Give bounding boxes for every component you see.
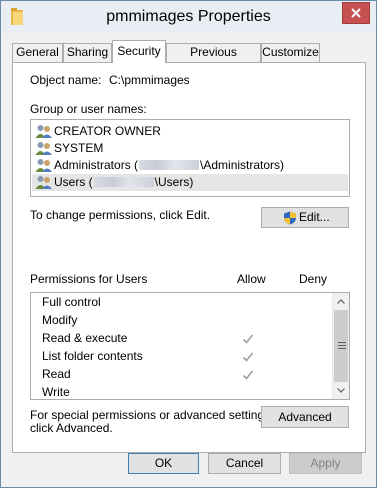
advanced-hint-line2: click Advanced. xyxy=(30,421,113,435)
list-item: Read & execute xyxy=(42,331,128,345)
chevron-up-icon xyxy=(337,299,345,304)
list-item[interactable]: CREATOR OWNER xyxy=(32,123,348,140)
tab-sharing[interactable]: Sharing xyxy=(63,43,112,62)
deny-header: Deny xyxy=(299,272,328,286)
grip-line xyxy=(338,342,346,343)
list-item[interactable]: Users ( \Users) xyxy=(32,174,348,191)
dialog-client: General Sharing Security Previous Versio… xyxy=(1,33,376,487)
user-group-icon xyxy=(35,176,52,189)
chevron-down-icon xyxy=(337,388,345,393)
list-item: Write xyxy=(42,385,70,399)
tab-general[interactable]: General xyxy=(12,43,63,62)
edit-button[interactable]: Edit... xyxy=(261,207,349,228)
close-button[interactable] xyxy=(342,2,370,24)
edit-button-label: Edit... xyxy=(299,210,330,224)
grip-line xyxy=(338,348,346,349)
allow-header: Allow xyxy=(237,272,266,286)
list-item: Modify xyxy=(42,313,78,327)
list-item: List folder contents xyxy=(42,349,143,363)
permissions-header: Permissions for Users xyxy=(30,272,148,286)
list-item: Full control xyxy=(42,295,101,309)
user-name: Administrators ( xyxy=(54,158,139,172)
scroll-thumb[interactable] xyxy=(334,310,348,382)
user-list[interactable]: CREATOR OWNER SYSTEM Administrators ( \Ad… xyxy=(30,119,350,197)
properties-window: pmmimages Properties General Sharing Sec… xyxy=(0,0,377,488)
user-name: SYSTEM xyxy=(54,141,104,155)
apply-button[interactable]: Apply xyxy=(289,453,362,474)
tab-previous-versions[interactable]: Previous Versions xyxy=(166,43,261,76)
vertical-scrollbar[interactable] xyxy=(332,293,349,399)
grip-line xyxy=(338,345,346,346)
redacted-domain xyxy=(139,160,200,170)
ok-button[interactable]: OK xyxy=(128,453,199,474)
check-icon xyxy=(242,352,254,362)
window-title: pmmimages Properties xyxy=(106,8,271,25)
title-bar[interactable]: pmmimages Properties xyxy=(1,1,376,33)
user-name-suffix: \Users) xyxy=(154,175,194,189)
object-name-value: C:\pmmimages xyxy=(109,73,190,87)
scroll-down-button[interactable] xyxy=(333,382,349,399)
change-permissions-hint: To change permissions, click Edit. xyxy=(30,208,211,222)
close-icon xyxy=(351,8,361,18)
uac-shield-icon xyxy=(284,211,296,225)
tab-customize[interactable]: Customize xyxy=(261,43,320,62)
advanced-button[interactable]: Advanced xyxy=(261,406,349,428)
list-item[interactable]: Administrators ( \Administrators) xyxy=(32,157,348,174)
check-icon xyxy=(242,370,254,380)
scroll-up-button[interactable] xyxy=(333,293,349,310)
object-name-label: Object name: xyxy=(30,73,102,87)
user-name: Users ( xyxy=(54,175,93,189)
list-item[interactable]: SYSTEM xyxy=(32,140,348,157)
security-tab-panel: Object name: C:\pmmimages Group or user … xyxy=(12,62,366,453)
advanced-hint-line1: For special permissions or advanced sett… xyxy=(30,408,274,422)
user-group-icon xyxy=(35,142,52,155)
check-icon xyxy=(242,334,254,344)
user-name-suffix: \Administrators) xyxy=(200,158,285,172)
user-group-icon xyxy=(35,159,52,172)
permissions-list[interactable]: Full control Modify Read & execute List … xyxy=(30,292,350,400)
list-item: Read xyxy=(42,367,71,381)
group-names-label: Group or user names: xyxy=(30,102,147,116)
user-name: CREATOR OWNER xyxy=(54,124,161,138)
cancel-button[interactable]: Cancel xyxy=(208,453,281,474)
tab-security[interactable]: Security xyxy=(112,40,166,63)
user-group-icon xyxy=(35,125,52,138)
redacted-domain xyxy=(93,177,154,187)
folder-icon xyxy=(11,8,23,25)
